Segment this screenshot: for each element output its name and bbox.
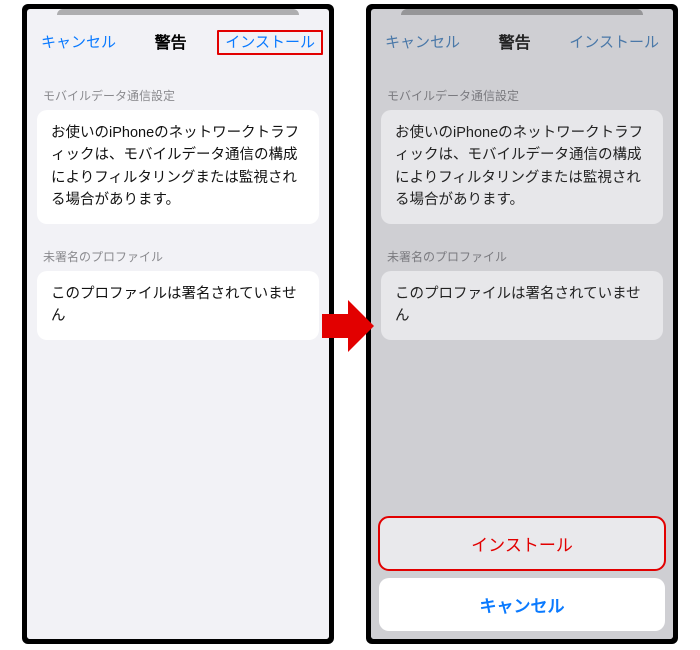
navbar: キャンセル 警告 インストール — [27, 17, 329, 63]
section-label-unsigned: 未署名のプロファイル — [27, 224, 329, 271]
install-button[interactable]: インストール — [569, 31, 659, 52]
page-title: 警告 — [155, 29, 187, 53]
actionsheet-install-button[interactable]: インストール — [379, 517, 665, 570]
section-label-mobile-data: モバイルデータ通信設定 — [371, 63, 673, 110]
phone-left: キャンセル 警告 インストール モバイルデータ通信設定 お使いのiPhoneのネ… — [22, 4, 334, 644]
sheet-stack-hint — [371, 9, 673, 17]
cancel-button[interactable]: キャンセル — [41, 31, 116, 52]
warning-sheet: キャンセル 警告 インストール モバイルデータ通信設定 お使いのiPhoneのネ… — [27, 17, 329, 639]
sheet-stack-hint — [27, 9, 329, 17]
phone-right: キャンセル 警告 インストール モバイルデータ通信設定 お使いのiPhoneのネ… — [366, 4, 678, 644]
screen-right: キャンセル 警告 インストール モバイルデータ通信設定 お使いのiPhoneのネ… — [371, 9, 673, 639]
install-button[interactable]: インストール — [225, 31, 315, 52]
unsigned-profile-card: このプロファイルは署名されていません — [37, 271, 319, 340]
unsigned-profile-card: このプロファイルは署名されていません — [381, 271, 663, 340]
section-label-unsigned: 未署名のプロファイル — [371, 224, 673, 271]
arrow-icon — [322, 296, 374, 356]
cancel-button[interactable]: キャンセル — [385, 31, 460, 52]
warning-sheet-dimmed: キャンセル 警告 インストール モバイルデータ通信設定 お使いのiPhoneのネ… — [371, 17, 673, 639]
actionsheet-cancel-button[interactable]: キャンセル — [379, 578, 665, 631]
action-sheet: インストール キャンセル — [371, 509, 673, 639]
highlight-install: インストール — [217, 30, 323, 55]
section-label-mobile-data: モバイルデータ通信設定 — [27, 63, 329, 110]
mobile-data-warning-card: お使いのiPhoneのネットワークトラフィックは、モバイルデータ通信の構成により… — [381, 110, 663, 224]
page-title: 警告 — [499, 29, 531, 53]
navbar: キャンセル 警告 インストール — [371, 17, 673, 63]
mobile-data-warning-card: お使いのiPhoneのネットワークトラフィックは、モバイルデータ通信の構成により… — [37, 110, 319, 224]
screen-left: キャンセル 警告 インストール モバイルデータ通信設定 お使いのiPhoneのネ… — [27, 9, 329, 639]
